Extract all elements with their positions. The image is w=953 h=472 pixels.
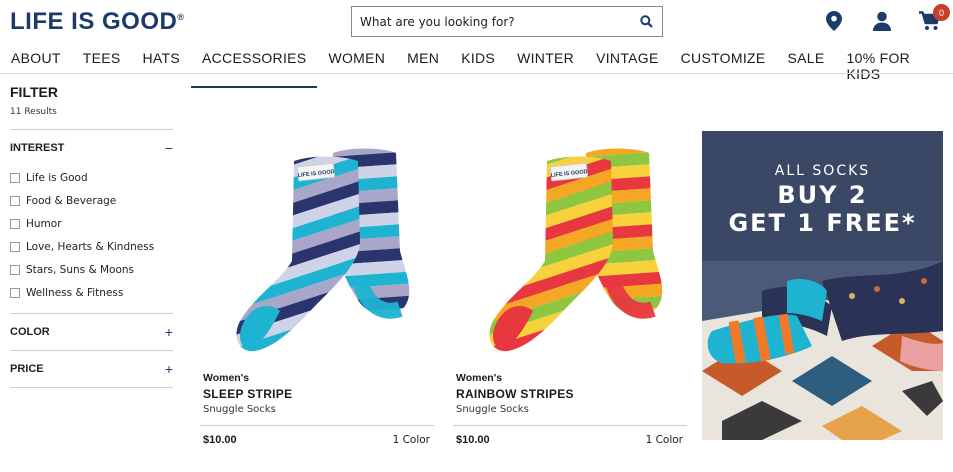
product-image-wrap[interactable]: LIFE IS GOOD xyxy=(453,131,687,368)
filter-option[interactable]: Life is Good xyxy=(10,166,173,189)
filter-section-label: PRICE xyxy=(10,363,44,375)
price-row: $10.00 1 Color xyxy=(453,425,687,446)
registered-mark: ® xyxy=(177,12,185,22)
product-image[interactable]: LIFE IS GOOD xyxy=(453,131,687,368)
search-bar xyxy=(351,6,663,37)
product-subtitle: Snuggle Socks xyxy=(203,404,276,415)
filter-section-header[interactable]: COLOR + xyxy=(10,314,173,350)
account-icon[interactable] xyxy=(871,10,893,32)
product-name[interactable]: SLEEP STRIPE xyxy=(203,387,434,401)
filter-section-price: PRICE + xyxy=(10,350,173,387)
nav-item-10-for-kids[interactable]: 10% FOR KIDS xyxy=(836,48,953,88)
nav-divider xyxy=(0,73,953,74)
nav-item-sale[interactable]: SALE xyxy=(777,48,836,88)
nav-item-tees[interactable]: TEES xyxy=(72,48,132,88)
filter-option-label: Life is Good xyxy=(26,171,88,184)
expand-icon[interactable]: + xyxy=(165,361,173,377)
search-input[interactable] xyxy=(360,14,638,29)
filter-title: FILTER xyxy=(10,84,58,100)
filter-option[interactable]: Food & Beverage xyxy=(10,189,173,212)
filter-option-label: Wellness & Fitness xyxy=(26,286,124,299)
price-row: $10.00 1 Color xyxy=(200,425,434,446)
nav-item-men[interactable]: MEN xyxy=(396,48,450,88)
filter-option[interactable]: Humor xyxy=(10,212,173,235)
filter-section-label: COLOR xyxy=(10,326,50,338)
checkbox[interactable] xyxy=(10,172,20,183)
expand-icon[interactable]: + xyxy=(165,324,173,340)
color-count[interactable]: 1 Color xyxy=(393,434,430,446)
nav-item-accessories[interactable]: ACCESSORIES xyxy=(191,48,318,88)
checkbox[interactable] xyxy=(10,287,20,298)
results-count: 11 Results xyxy=(10,107,57,117)
nav-item-about[interactable]: ABOUT xyxy=(0,48,72,88)
logo-text: LIFE IS GOOD xyxy=(10,8,178,35)
nav-item-women[interactable]: WOMEN xyxy=(317,48,396,88)
product-meta: Women's RAINBOW STRIPES Snuggle Socks xyxy=(453,372,687,415)
promo-text: ALL SOCKS BUY 2 GET 1 FREE* xyxy=(702,163,943,237)
product-card[interactable]: LIFE IS GOOD Women's RAINBOW STRIPES Snu… xyxy=(453,131,687,446)
filter-section-header[interactable]: PRICE + xyxy=(10,351,173,387)
filter-option-label: Food & Beverage xyxy=(26,194,117,207)
product-subtitle: Snuggle Socks xyxy=(456,404,529,415)
location-pin-icon[interactable] xyxy=(823,10,845,32)
checkbox[interactable] xyxy=(10,264,20,275)
filter-section-color: COLOR + xyxy=(10,313,173,350)
filter-option[interactable]: Love, Hearts & Kindness xyxy=(10,235,173,258)
header-actions: 0 xyxy=(823,4,950,32)
product-card[interactable]: LIFE IS GOOD Women's SLEEP STRIPE Snuggl… xyxy=(200,131,434,446)
filter-option-label: Stars, Suns & Moons xyxy=(26,263,135,276)
product-image-wrap[interactable]: LIFE IS GOOD xyxy=(200,131,434,368)
product-kind: Women's xyxy=(456,372,503,384)
product-price: $10.00 xyxy=(456,434,490,446)
product-kind: Women's xyxy=(203,372,250,384)
promo-line-2: BUY 2 xyxy=(777,181,868,209)
checkbox[interactable] xyxy=(10,218,20,229)
logo[interactable]: LIFE IS GOOD® xyxy=(10,8,184,36)
nav-item-customize[interactable]: CUSTOMIZE xyxy=(670,48,777,88)
checkbox[interactable] xyxy=(10,241,20,252)
product-meta: Women's SLEEP STRIPE Snuggle Socks xyxy=(200,372,434,415)
cart-icon[interactable]: 0 xyxy=(919,4,950,32)
filter-option[interactable]: Wellness & Fitness xyxy=(10,281,173,304)
product-name[interactable]: RAINBOW STRIPES xyxy=(456,387,687,401)
filter-section-header[interactable]: INTEREST − xyxy=(10,130,173,166)
nav-item-vintage[interactable]: VINTAGE xyxy=(585,48,670,88)
nav-item-hats[interactable]: HATS xyxy=(132,48,192,88)
checkbox[interactable] xyxy=(10,195,20,206)
filter-option[interactable]: Stars, Suns & Moons xyxy=(10,258,173,281)
nav-item-kids[interactable]: KIDS xyxy=(450,48,506,88)
product-image[interactable]: LIFE IS GOOD xyxy=(200,131,434,368)
filter-option-label: Humor xyxy=(26,217,62,230)
filter-divider xyxy=(10,387,173,388)
color-count[interactable]: 1 Color xyxy=(646,434,683,446)
filter-section-label: INTEREST xyxy=(10,142,65,154)
filter-section-interest: INTEREST − Life is Good Food & Beverage Humo… xyxy=(10,129,173,313)
promo-banner[interactable]: ALL SOCKS BUY 2 GET 1 FREE* xyxy=(702,131,943,440)
cart-count-badge: 0 xyxy=(933,4,950,21)
filter-options: Life is Good Food & Beverage Humor Love, He… xyxy=(10,166,173,313)
promo-line-1: ALL SOCKS xyxy=(774,163,871,179)
main-nav: ABOUT TEES HATS ACCESSORIES WOMEN MEN KIDS WINT… xyxy=(0,48,953,88)
promo-line-3: GET 1 FREE* xyxy=(728,209,917,237)
filter-option-label: Love, Hearts & Kindness xyxy=(26,240,155,253)
search-icon[interactable] xyxy=(638,14,654,30)
nav-item-winter[interactable]: WINTER xyxy=(506,48,585,88)
product-price: $10.00 xyxy=(203,434,237,446)
collapse-icon[interactable]: − xyxy=(165,140,173,156)
filter-panel: FILTER 11 Results INTEREST − Life is Good F… xyxy=(10,84,173,388)
